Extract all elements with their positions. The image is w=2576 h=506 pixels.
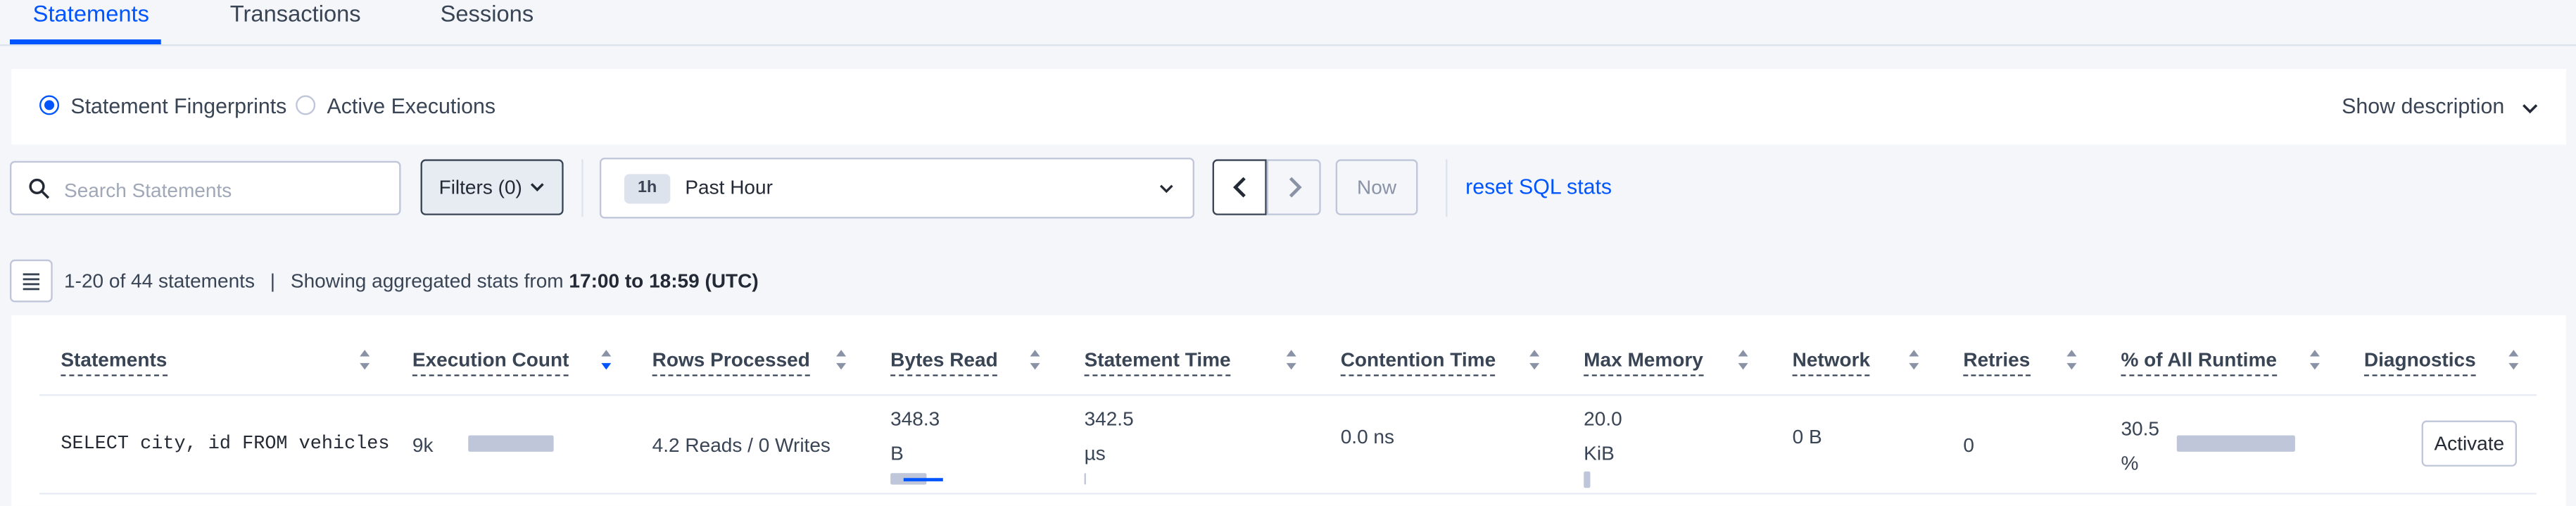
sort-icon[interactable] — [2309, 348, 2322, 372]
now-button[interactable]: Now — [1335, 159, 1418, 215]
sort-icon[interactable] — [2065, 348, 2078, 372]
statement-time-value: 342.5 — [1084, 407, 1134, 431]
statement-fingerprints-radio[interactable] — [39, 95, 60, 115]
column-header-rows-processed[interactable]: Rows Processed — [652, 348, 810, 377]
chevron-down-icon — [2523, 103, 2538, 113]
column-header-diagnostics[interactable]: Diagnostics — [2363, 348, 2476, 377]
statement-time-bar — [1084, 473, 1086, 485]
list-icon — [23, 273, 40, 291]
show-description-toggle[interactable]: Show description — [2342, 94, 2540, 118]
execution-count-value: 9k — [412, 434, 434, 457]
chevron-right-icon — [1288, 177, 1301, 198]
column-header-runtime[interactable]: % of All Runtime — [2121, 348, 2277, 377]
max-memory-bar — [1584, 471, 1591, 488]
table-row-divider — [39, 493, 2537, 495]
column-selector-button[interactable] — [10, 259, 53, 303]
column-header-max-memory[interactable]: Max Memory — [1584, 348, 1703, 377]
page-tabs: Statements Transactions Sessions — [0, 0, 2576, 46]
runtime-percent-unit: % — [2121, 451, 2139, 475]
contention-time-value: 0.0 ns — [1340, 425, 1395, 449]
statement-range: 1-20 of 44 statements — [64, 269, 255, 293]
toolbar-divider — [1446, 159, 1448, 217]
filters-button[interactable]: Filters (0) — [420, 159, 564, 215]
sort-icon[interactable] — [1284, 348, 1298, 372]
summary-prefix: Showing aggregated stats from — [290, 269, 564, 293]
show-description-label: Show description — [2342, 94, 2505, 119]
column-header-network[interactable]: Network — [1792, 348, 1871, 377]
time-range-label: Past Hour — [685, 175, 773, 199]
search-icon — [29, 178, 50, 199]
active-tab-indicator — [10, 39, 161, 45]
activate-diagnostics-button[interactable]: Activate — [2421, 420, 2517, 467]
column-header-retries[interactable]: Retries — [1963, 348, 2031, 377]
column-header-statement-time[interactable]: Statement Time — [1084, 348, 1231, 377]
time-range-select[interactable]: 1h Past Hour — [599, 158, 1194, 219]
bytes-read-value: 348.3 — [890, 407, 940, 431]
sql-activity-page: Statements Transactions Sessions Stateme… — [0, 0, 2576, 506]
max-memory-unit: KiB — [1584, 441, 1615, 465]
runtime-percent-value: 30.5 — [2121, 417, 2159, 441]
search-box[interactable] — [10, 160, 401, 215]
table-header-divider — [39, 394, 2537, 396]
tab-transactions[interactable]: Transactions — [230, 0, 361, 26]
column-header-statements[interactable]: Statements — [61, 348, 168, 377]
max-memory-value: 20.0 — [1584, 407, 1622, 431]
bytes-read-unit: B — [890, 441, 904, 465]
execution-count-bar — [468, 435, 554, 452]
column-header-bytes-read[interactable]: Bytes Read — [890, 348, 998, 377]
chevron-left-icon — [1232, 177, 1245, 198]
runtime-percent-bar — [2176, 435, 2295, 452]
filters-label: Filters (0) — [438, 175, 522, 199]
statement-time-unit: µs — [1084, 441, 1106, 465]
sort-icon[interactable] — [2507, 348, 2520, 372]
retries-value: 0 — [1963, 434, 1974, 457]
reset-sql-stats-link[interactable]: reset SQL stats — [1465, 174, 1612, 198]
statements-table — [11, 315, 2567, 506]
activate-label: Activate — [2434, 431, 2505, 455]
sort-icon[interactable] — [1028, 348, 1042, 372]
column-header-contention-time[interactable]: Contention Time — [1340, 348, 1496, 377]
sort-icon[interactable] — [1528, 348, 1541, 372]
statement-fingerprints-label[interactable]: Statement Fingerprints — [70, 94, 286, 118]
statement-summary: 1-20 of 44 statements | Showing aggregat… — [64, 270, 759, 293]
bytes-read-variance — [903, 478, 943, 481]
sort-icon[interactable] — [835, 348, 848, 372]
chevron-down-icon — [530, 183, 544, 192]
sort-icon[interactable] — [358, 348, 372, 372]
chevron-down-icon — [1159, 184, 1173, 194]
toolbar-divider — [581, 159, 583, 217]
active-executions-radio[interactable] — [296, 95, 316, 115]
search-input[interactable] — [61, 172, 396, 209]
previous-time-button[interactable] — [1212, 159, 1267, 215]
statement-link[interactable]: SELECT city, id FROM vehicles — [61, 434, 389, 455]
sort-icon[interactable] — [1736, 348, 1750, 372]
now-label: Now — [1357, 175, 1397, 199]
network-value: 0 B — [1792, 425, 1822, 449]
time-range-badge: 1h — [624, 174, 671, 204]
summary-separator: | — [270, 269, 276, 293]
summary-window: 17:00 to 18:59 (UTC) — [569, 269, 759, 293]
column-header-execution-count[interactable]: Execution Count — [412, 348, 569, 377]
next-time-button[interactable] — [1266, 159, 1321, 215]
tab-statements[interactable]: Statements — [33, 0, 149, 26]
sort-descending-icon[interactable] — [600, 348, 613, 372]
tab-sessions[interactable]: Sessions — [441, 0, 534, 26]
sort-icon[interactable] — [1907, 348, 1921, 372]
view-switch-panel: Statement Fingerprints Active Executions… — [11, 69, 2567, 145]
active-executions-label[interactable]: Active Executions — [327, 94, 496, 118]
rows-processed-value: 4.2 Reads / 0 Writes — [652, 434, 831, 457]
